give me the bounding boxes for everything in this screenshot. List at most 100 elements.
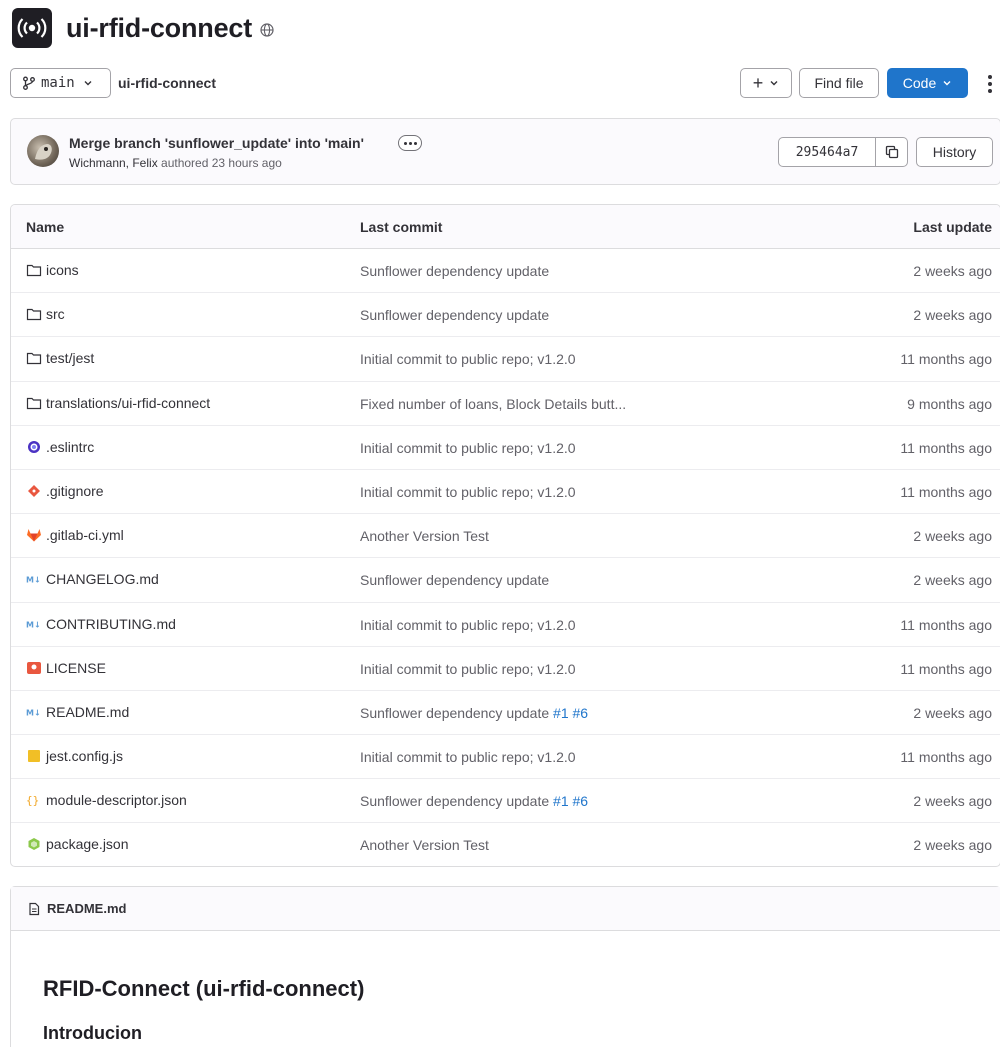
- issue-link[interactable]: #1: [553, 793, 569, 809]
- file-name[interactable]: jest.config.js: [46, 748, 123, 764]
- commit-message[interactable]: Initial commit to public repo; v1.2.0: [360, 661, 576, 677]
- commit-message[interactable]: Initial commit to public repo; v1.2.0: [360, 484, 576, 500]
- gitlab-icon: [26, 527, 42, 543]
- commit-message-cell: Initial commit to public repo; v1.2.0: [360, 617, 576, 633]
- commit-message[interactable]: Initial commit to public repo; v1.2.0: [360, 351, 576, 367]
- file-name[interactable]: src: [46, 306, 65, 322]
- file-name[interactable]: CHANGELOG.md: [46, 571, 159, 587]
- table-header: Name Last commit Last update: [11, 205, 1000, 249]
- avatar[interactable]: [27, 135, 59, 167]
- copy-sha-button[interactable]: [876, 137, 908, 167]
- commit-message[interactable]: Sunflower dependency update: [360, 307, 549, 323]
- file-name-cell[interactable]: test/jest: [26, 350, 94, 366]
- table-row[interactable]: M↓ README.md Sunflower dependency update #…: [11, 691, 1000, 736]
- file-name[interactable]: README.md: [46, 704, 129, 720]
- file-name[interactable]: icons: [46, 262, 79, 278]
- commit-message-cell: Another Version Test: [360, 528, 489, 544]
- markdown-icon: M↓: [26, 571, 42, 587]
- issue-link[interactable]: #1: [553, 705, 569, 721]
- commit-message[interactable]: Sunflower dependency update: [360, 572, 549, 588]
- add-button[interactable]: +: [740, 68, 792, 98]
- table-row[interactable]: src Sunflower dependency update 2 weeks ag…: [11, 293, 1000, 338]
- commit-message[interactable]: Sunflower dependency update: [360, 793, 549, 809]
- table-row[interactable]: package.json Another Version Test 2 weeks …: [11, 823, 1000, 866]
- commit-message[interactable]: Initial commit to public repo; v1.2.0: [360, 617, 576, 633]
- repo-title: ui-rfid-connect: [66, 12, 252, 43]
- file-name[interactable]: module-descriptor.json: [46, 792, 187, 808]
- file-name-cell[interactable]: src: [26, 306, 65, 322]
- commit-message[interactable]: Initial commit to public repo; v1.2.0: [360, 440, 576, 456]
- table-row[interactable]: jest.config.js Initial commit to public r…: [11, 735, 1000, 780]
- table-row[interactable]: {} module-descriptor.json Sunflower depend…: [11, 779, 1000, 824]
- last-update-cell: 11 months ago: [900, 351, 992, 368]
- table-row[interactable]: translations/ui-rfid-connect Fixed number…: [11, 382, 1000, 426]
- commit-authored-time: authored 23 hours ago: [161, 156, 282, 170]
- find-file-button[interactable]: Find file: [799, 68, 879, 98]
- commit-message-cell: Sunflower dependency update #1 #6: [360, 705, 588, 721]
- file-name[interactable]: translations/ui-rfid-connect: [46, 395, 210, 411]
- commit-sha[interactable]: 295464a7: [778, 137, 876, 167]
- table-row[interactable]: test/jest Initial commit to public repo; …: [11, 337, 1000, 382]
- file-name[interactable]: LICENSE: [46, 660, 106, 676]
- repo-avatar[interactable]: [12, 8, 52, 48]
- commit-author[interactable]: Wichmann, Felix: [69, 156, 158, 170]
- more-actions-icon[interactable]: [987, 73, 993, 93]
- commit-description-toggle[interactable]: [398, 135, 422, 151]
- file-name-cell[interactable]: package.json: [26, 836, 129, 852]
- file-name-cell[interactable]: M↓ CONTRIBUTING.md: [26, 616, 176, 632]
- file-name-cell[interactable]: .gitignore: [26, 483, 104, 499]
- issue-link[interactable]: #6: [573, 705, 589, 721]
- table-row[interactable]: icons Sunflower dependency update 2 weeks …: [11, 249, 1000, 294]
- commit-message[interactable]: Sunflower dependency update: [360, 263, 549, 279]
- commit-message[interactable]: Another Version Test: [360, 837, 489, 853]
- file-name[interactable]: package.json: [46, 836, 129, 852]
- broadcast-icon: [17, 18, 47, 38]
- last-update-cell: 2 weeks ago: [913, 263, 992, 279]
- file-name[interactable]: test/jest: [46, 350, 94, 366]
- table-row[interactable]: .gitlab-ci.yml Another Version Test 2 week…: [11, 514, 1000, 559]
- folder-icon: [26, 306, 42, 322]
- table-row[interactable]: .eslintrc Initial commit to public repo; …: [11, 426, 1000, 470]
- last-update-cell: 2 weeks ago: [913, 793, 992, 810]
- commit-message[interactable]: Fixed number of loans, Block Details but…: [360, 396, 626, 412]
- table-body: icons Sunflower dependency update 2 weeks …: [11, 249, 1000, 866]
- last-update-cell: 11 months ago: [900, 439, 992, 456]
- file-name[interactable]: .gitlab-ci.yml: [46, 527, 124, 543]
- branch-selector[interactable]: main: [10, 68, 111, 98]
- breadcrumb-root[interactable]: ui-rfid-connect: [118, 75, 216, 91]
- commit-message[interactable]: Sunflower dependency update: [360, 705, 549, 721]
- file-name[interactable]: .gitignore: [46, 483, 104, 499]
- file-name-cell[interactable]: .eslintrc: [26, 439, 94, 455]
- file-name-cell[interactable]: M↓ CHANGELOG.md: [26, 571, 159, 587]
- column-header-last-commit: Last commit: [360, 219, 443, 235]
- commit-meta: Wichmann, Felix authored 23 hours ago: [69, 156, 282, 170]
- readme-heading: RFID-Connect (ui-rfid-connect): [43, 976, 365, 1001]
- file-name-cell[interactable]: icons: [26, 262, 79, 278]
- commit-title[interactable]: Merge branch 'sunflower_update' into 'ma…: [69, 135, 364, 151]
- file-name-cell[interactable]: jest.config.js: [26, 748, 123, 764]
- commit-message[interactable]: Initial commit to public repo; v1.2.0: [360, 749, 576, 765]
- table-row[interactable]: M↓ CHANGELOG.md Sunflower dependency updat…: [11, 558, 1000, 603]
- history-button[interactable]: History: [916, 137, 993, 167]
- table-row[interactable]: .gitignore Initial commit to public repo;…: [11, 470, 1000, 515]
- file-name-cell[interactable]: {} module-descriptor.json: [26, 792, 187, 808]
- last-update-cell: 11 months ago: [900, 749, 992, 766]
- folder-icon: [26, 395, 42, 411]
- table-row[interactable]: LICENSE Initial commit to public repo; v1…: [11, 647, 1000, 691]
- code-label: Code: [902, 75, 937, 91]
- commit-message-cell: Initial commit to public repo; v1.2.0: [360, 661, 576, 677]
- last-update-cell: 2 weeks ago: [913, 837, 992, 854]
- file-name-cell[interactable]: M↓ README.md: [26, 704, 129, 720]
- svg-text:M↓: M↓: [26, 708, 41, 717]
- file-name-cell[interactable]: translations/ui-rfid-connect: [26, 395, 210, 411]
- file-name-cell[interactable]: .gitlab-ci.yml: [26, 527, 124, 543]
- file-name[interactable]: .eslintrc: [46, 439, 94, 455]
- branch-icon: [23, 76, 35, 90]
- commit-message[interactable]: Another Version Test: [360, 528, 489, 544]
- file-name-cell[interactable]: LICENSE: [26, 660, 106, 676]
- readme-filename[interactable]: README.md: [47, 901, 126, 916]
- code-button[interactable]: Code: [887, 68, 968, 98]
- issue-link[interactable]: #6: [573, 793, 589, 809]
- table-row[interactable]: M↓ CONTRIBUTING.md Initial commit to publi…: [11, 603, 1000, 647]
- file-name[interactable]: CONTRIBUTING.md: [46, 616, 176, 632]
